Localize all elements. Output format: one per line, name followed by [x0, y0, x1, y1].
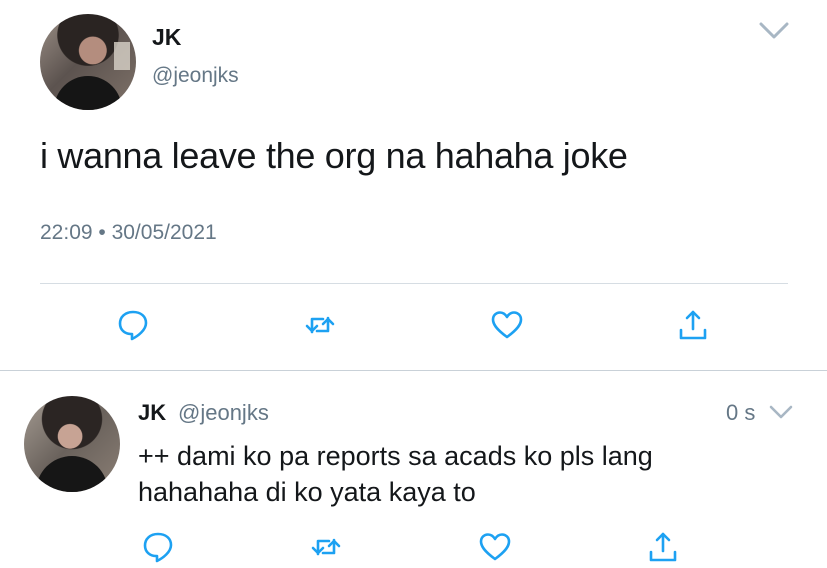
like-icon	[491, 311, 523, 339]
chevron-down-icon[interactable]	[758, 20, 790, 42]
reply-display-name[interactable]: JK	[138, 400, 166, 426]
reply-text-line: hahahaha di ko yata kaya to	[138, 477, 476, 507]
tweet-timestamp[interactable]: 22:09 • 30/05/2021	[40, 221, 217, 245]
chevron-down-icon[interactable]	[768, 404, 794, 422]
avatar-shirt	[36, 456, 108, 492]
share-button[interactable]	[643, 527, 683, 567]
retweet-icon	[311, 538, 341, 556]
like-button[interactable]	[487, 305, 527, 345]
like-icon	[479, 533, 511, 561]
share-icon	[679, 310, 707, 340]
reply-button[interactable]	[138, 527, 178, 567]
reply-timestamp: 0 s	[726, 400, 756, 425]
reply-icon	[143, 532, 173, 563]
retweet-button[interactable]	[306, 527, 346, 567]
avatar-background-window	[114, 42, 130, 70]
reply-text-line: ++ dami ko pa reports sa acads ko pls la…	[138, 441, 653, 471]
display-name[interactable]: JK	[152, 24, 181, 51]
like-button[interactable]	[475, 527, 515, 567]
tweet-text: i wanna leave the org na hahaha joke	[40, 135, 628, 176]
reply-button[interactable]	[113, 305, 153, 345]
retweet-button[interactable]	[300, 305, 340, 345]
share-button[interactable]	[673, 305, 713, 345]
username[interactable]: @jeonjks	[152, 64, 239, 88]
reply-avatar[interactable]	[24, 396, 120, 492]
share-icon	[649, 532, 677, 562]
tweet-separator	[0, 370, 827, 371]
retweet-icon	[305, 316, 335, 334]
divider	[40, 283, 788, 284]
reply-tweet-text: ++ dami ko pa reports sa acads ko pls la…	[138, 438, 798, 510]
avatar[interactable]	[40, 14, 136, 110]
reply-username[interactable]: @jeonjks	[178, 400, 269, 426]
reply-icon	[118, 310, 148, 341]
avatar-shirt	[54, 76, 122, 110]
